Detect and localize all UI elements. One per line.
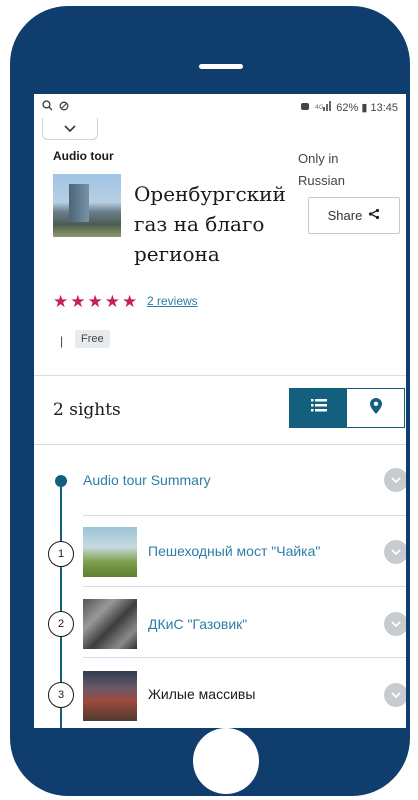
price-divider: | — [60, 334, 64, 348]
expand-sight-button[interactable] — [384, 683, 406, 707]
map-view-button[interactable] — [347, 389, 404, 427]
chevron-down-icon — [391, 686, 401, 704]
star-icon: ★ — [122, 292, 138, 311]
signal-icon: 4G — [315, 100, 332, 114]
svg-text:4G: 4G — [315, 104, 324, 111]
section-divider — [34, 375, 406, 376]
chevron-down-icon — [391, 543, 401, 561]
star-icon: ★ — [70, 292, 86, 311]
sight-thumbnail[interactable] — [83, 671, 137, 721]
sight-name[interactable]: ДКиС "Газовик" — [148, 616, 247, 632]
chevron-down-icon — [391, 615, 401, 633]
star-icon: ★ — [53, 292, 69, 311]
share-button[interactable]: Share — [308, 197, 400, 234]
price-badge: Free — [75, 330, 110, 348]
row-divider — [83, 515, 406, 516]
sight-number: 3 — [48, 682, 74, 708]
status-bar: 4G 62% ▮ 13:45 — [34, 94, 406, 120]
tour-type-label: Audio tour — [53, 149, 114, 163]
app-screen: 4G 62% ▮ 13:45 Audio tour Оренбургский г… — [34, 94, 406, 728]
list-view-button[interactable] — [290, 389, 347, 427]
star-icon: ★ — [87, 292, 103, 311]
chevron-down-icon — [64, 120, 76, 138]
sight-name[interactable]: Пешеходный мост "Чайка" — [148, 543, 320, 559]
expand-sight-button[interactable] — [384, 540, 406, 564]
language-note: Only in Russian — [298, 151, 345, 188]
share-label: Share — [327, 208, 363, 223]
phone-speaker — [199, 64, 243, 69]
row-divider — [83, 657, 406, 658]
summary-link[interactable]: Audio tour Summary — [83, 472, 211, 488]
sight-thumbnail[interactable] — [83, 527, 137, 577]
map-pin-icon — [369, 397, 382, 419]
rating-stars: ★ ★ ★ ★ ★ — [53, 293, 137, 310]
search-icon — [42, 100, 53, 114]
view-toggle — [289, 388, 405, 428]
expand-sight-button[interactable] — [384, 612, 406, 636]
sight-thumbnail[interactable] — [83, 599, 137, 649]
sight-number: 2 — [48, 611, 74, 637]
sight-number: 1 — [48, 541, 74, 567]
section-divider — [34, 444, 406, 445]
tour-thumbnail[interactable] — [53, 174, 121, 237]
star-icon: ★ — [104, 292, 120, 311]
home-button — [193, 728, 259, 794]
tour-title: Оренбургский газ на благо региона — [134, 182, 286, 266]
sights-count: 2 sights — [53, 400, 121, 420]
expand-summary-button[interactable] — [384, 468, 406, 492]
chevron-down-icon — [391, 471, 401, 489]
sight-name[interactable]: Жилые массивы — [148, 686, 255, 702]
phone-frame: 4G 62% ▮ 13:45 Audio tour Оренбургский г… — [10, 6, 410, 796]
timeline-dot — [55, 475, 67, 487]
row-divider — [83, 586, 406, 587]
status-circle-icon — [59, 101, 69, 114]
reviews-link[interactable]: 2 reviews — [147, 294, 198, 308]
status-right-text: 62% ▮ 13:45 — [336, 101, 398, 114]
alarm-icon — [300, 101, 310, 114]
collapse-button[interactable] — [42, 118, 98, 140]
list-icon — [310, 399, 327, 417]
share-icon — [368, 208, 380, 223]
